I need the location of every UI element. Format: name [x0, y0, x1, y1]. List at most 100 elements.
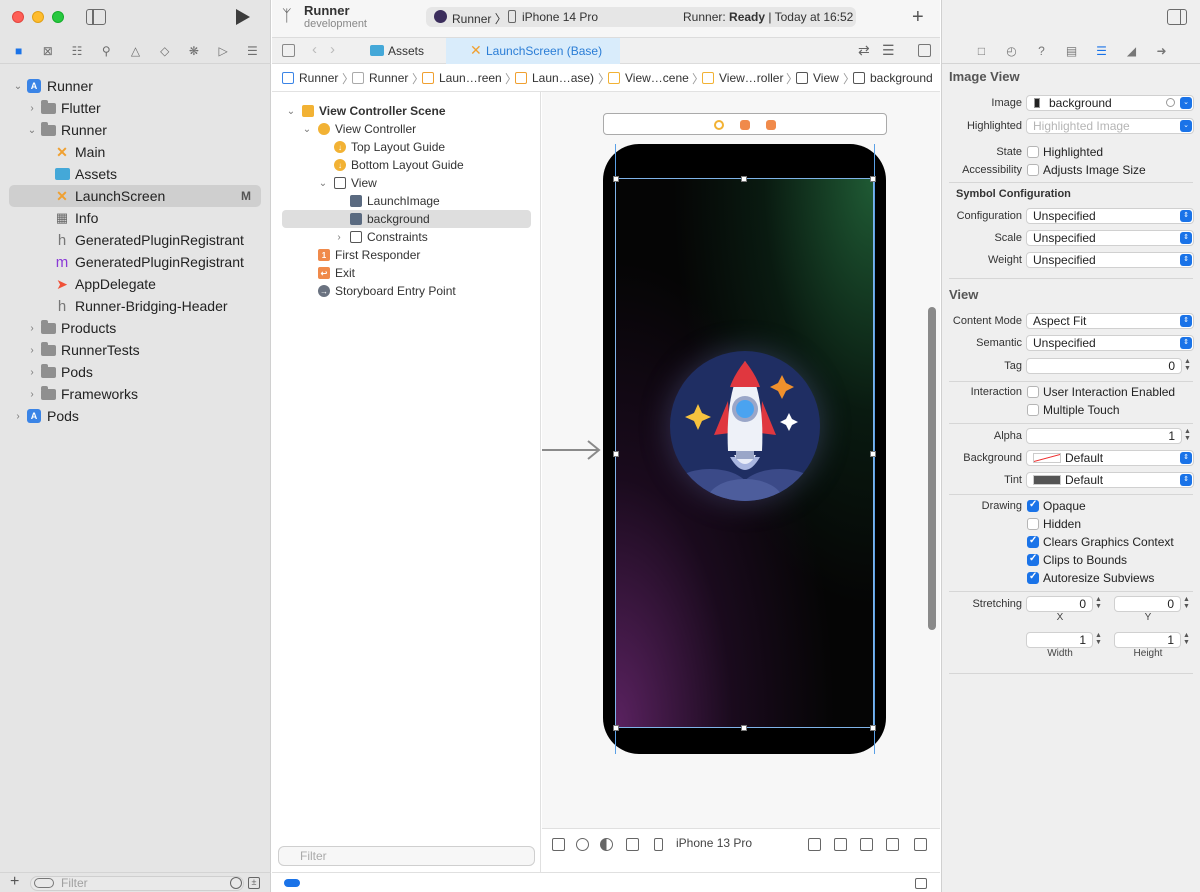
alpha-stepper[interactable]: ▲ ▼ [1183, 428, 1192, 444]
clips-to-bounds-checkbox[interactable] [1027, 553, 1039, 566]
debug-icon[interactable]: ❋ [186, 44, 202, 58]
breadcrumb-item[interactable]: background [870, 71, 933, 85]
clear-icon[interactable] [1166, 98, 1175, 107]
chevron-right-icon[interactable]: › [27, 323, 37, 334]
symbol-icon[interactable]: ☷ [69, 44, 85, 58]
breadcrumb-item[interactable]: View…cene [625, 71, 689, 85]
first-responder-icon[interactable] [740, 120, 750, 130]
stretch-width-field[interactable]: 1 [1026, 632, 1093, 648]
chevron-down-icon[interactable]: ⌄ [13, 81, 23, 92]
test-icon[interactable]: ◇ [157, 44, 173, 58]
background-color-popup[interactable]: Default ⇕ [1026, 450, 1194, 466]
file-tree-item[interactable]: h GeneratedPluginRegistrant [0, 229, 271, 251]
adjusts-image-size-checkbox[interactable] [1027, 164, 1039, 176]
orientation-icon[interactable] [626, 838, 639, 851]
library-add-button[interactable]: + [912, 6, 924, 29]
tab-launchscreen[interactable]: ✕ LaunchScreen (Base) [446, 38, 620, 64]
file-tree-item[interactable]: m GeneratedPluginRegistrant [0, 251, 271, 273]
dropdown-arrow-icon[interactable]: ⌄ [1180, 120, 1192, 132]
resize-handle[interactable] [613, 451, 619, 457]
clears-graphics-checkbox[interactable] [1027, 535, 1039, 548]
outline-item[interactable]: ⌄ View [272, 174, 541, 192]
semantic-popup[interactable]: Unspecified ⇕ [1026, 335, 1194, 351]
split-editor-icon[interactable] [918, 44, 931, 57]
add-icon[interactable]: + [10, 873, 19, 891]
weight-popup[interactable]: Unspecified ⇕ [1026, 252, 1194, 268]
chevron-right-icon[interactable]: › [27, 367, 37, 378]
chevron-right-icon[interactable]: › [27, 345, 37, 356]
refresh-icon[interactable]: ⇄ [858, 42, 870, 59]
run-destination[interactable]: iPhone 14 Pro [522, 10, 598, 24]
chevron-down-icon[interactable]: ⌄ [286, 106, 296, 117]
autoresize-checkbox[interactable] [1027, 571, 1039, 584]
highlighted-checkbox[interactable] [1027, 146, 1039, 158]
view-controller-icon[interactable] [714, 120, 724, 130]
outline-item[interactable]: 1 First Responder [272, 246, 541, 264]
outline-item[interactable]: ↩ Exit [272, 264, 541, 282]
outline-item[interactable]: ↓ Top Layout Guide [272, 138, 541, 156]
appearance-icon[interactable] [600, 838, 613, 851]
dropdown-arrow-icon[interactable]: ⌄ [1180, 97, 1192, 109]
zoom-window-button[interactable] [52, 11, 64, 23]
highlighted-image-combo[interactable]: Highlighted Image ⌄ [1026, 118, 1194, 134]
recent-files-icon[interactable] [230, 877, 242, 889]
search-icon[interactable]: ⚲ [98, 44, 114, 58]
file-tree-item[interactable]: ⌄ A Runner [0, 75, 271, 97]
resize-handle[interactable] [613, 725, 619, 731]
file-tree-item[interactable]: › Products [0, 317, 271, 339]
stretch-y-stepper[interactable]: ▲ ▼ [1182, 596, 1191, 612]
navigator-filter-input[interactable]: Filter [30, 876, 244, 891]
folder-icon[interactable]: ■ [11, 44, 27, 58]
file-tree-item[interactable]: › Frameworks [0, 383, 271, 405]
attributes-icon[interactable]: ☰ [1096, 44, 1108, 58]
outline-item[interactable]: ⌄ View Controller [272, 120, 541, 138]
chevron-right-icon[interactable]: › [13, 411, 23, 422]
stretch-x-field[interactable]: 0 [1026, 596, 1093, 612]
file-tree-item[interactable]: Assets [0, 163, 271, 185]
outline-filter-input[interactable]: Filter [278, 846, 535, 866]
embed-in-icon[interactable] [914, 838, 927, 851]
filter-icon[interactable] [34, 878, 54, 888]
content-mode-popup[interactable]: Aspect Fit ⇕ [1026, 313, 1194, 329]
breadcrumb-item[interactable]: View…roller [719, 71, 783, 85]
chevron-right-icon[interactable]: › [27, 389, 37, 400]
chevron-down-icon[interactable]: ⌄ [27, 125, 37, 136]
editor-options-icon[interactable]: ☰ [882, 42, 895, 59]
history-icon[interactable]: ◴ [1006, 44, 1018, 58]
file-tree-item[interactable]: ▦ Info [0, 207, 271, 229]
device-icon[interactable] [654, 838, 663, 851]
file-tree-item[interactable]: ✕ LaunchScreen M [9, 185, 261, 207]
branch-name[interactable]: development [304, 18, 367, 30]
entry-point-arrow[interactable] [542, 440, 602, 460]
multiple-touch-checkbox[interactable] [1027, 404, 1039, 416]
opaque-checkbox[interactable] [1027, 499, 1039, 512]
inspector-toggle-icon[interactable] [1167, 9, 1187, 25]
update-frames-icon[interactable] [808, 838, 821, 851]
connections-icon[interactable]: ➜ [1156, 44, 1168, 58]
source-control-icon[interactable]: ⊠ [40, 44, 56, 58]
tab-assets[interactable]: Assets [360, 38, 446, 64]
device-config-button[interactable]: iPhone 13 Pro [676, 836, 752, 850]
outline-item[interactable]: → Storyboard Entry Point [272, 282, 541, 300]
breadcrumb-item[interactable]: Runner [369, 71, 408, 85]
chevron-right-icon[interactable]: › [27, 103, 37, 114]
accessibility-icon[interactable] [576, 838, 589, 851]
changed-files-icon[interactable]: ± [248, 877, 260, 889]
resize-handle[interactable] [741, 176, 747, 182]
size-icon[interactable]: ◢ [1126, 44, 1138, 58]
outline-item[interactable]: › Constraints [272, 228, 541, 246]
stretch-height-stepper[interactable]: ▲ ▼ [1182, 632, 1191, 648]
file-tree-item[interactable]: ➤ AppDelegate [0, 273, 271, 295]
file-tree-item[interactable]: ✕ Main [0, 141, 271, 163]
debug-area-toggle-icon[interactable] [915, 878, 927, 889]
breadcrumb-item[interactable]: Laun…reen [439, 71, 502, 85]
help-icon[interactable]: ? [1036, 44, 1048, 58]
breadcrumb-item[interactable]: View [813, 71, 839, 85]
add-constraints-icon[interactable] [860, 838, 873, 851]
resize-handle[interactable] [870, 725, 876, 731]
run-button[interactable] [236, 9, 250, 25]
file-tree-item[interactable]: ⌄ Runner [0, 119, 271, 141]
chevron-right-icon[interactable]: › [334, 232, 344, 243]
scene-dock[interactable] [603, 113, 887, 135]
resize-handle[interactable] [613, 176, 619, 182]
